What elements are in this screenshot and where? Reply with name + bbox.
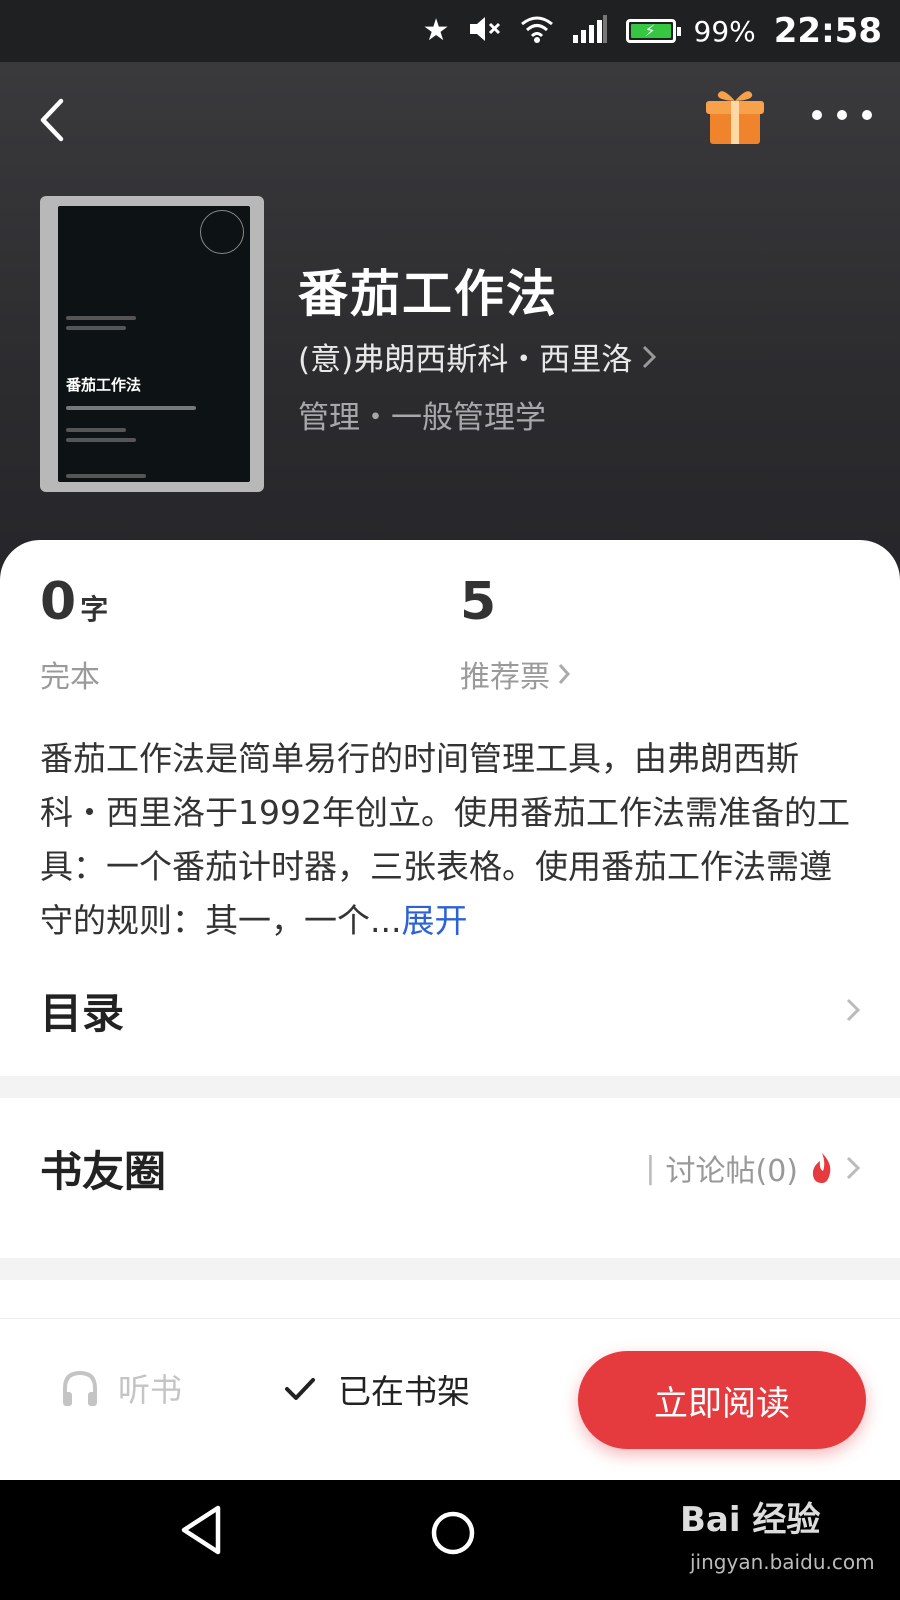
- chevron-left-icon: [40, 98, 64, 142]
- gift-button[interactable]: [704, 86, 766, 148]
- headphones-icon: [63, 1370, 97, 1406]
- flame-icon: [812, 1153, 831, 1183]
- expand-link[interactable]: 展开: [401, 901, 467, 940]
- listen-button[interactable]: 听书: [60, 1365, 182, 1411]
- listen-label: 听书: [118, 1371, 183, 1409]
- book-title: 番茄工作法: [298, 265, 558, 323]
- star-icon: ★: [422, 13, 450, 48]
- clock: 22:58: [773, 11, 882, 51]
- discussion-count: 讨论帖(0): [665, 1154, 799, 1189]
- author-link[interactable]: (意)弗朗西斯科・西里洛: [298, 334, 657, 379]
- section-divider: [0, 1258, 900, 1280]
- word-count-unit: 字: [80, 593, 109, 626]
- book-header: 番茄工作法 番茄工作法 (意)弗朗西斯科・西里洛 管理・一般管理学: [0, 62, 900, 582]
- mute-icon: [468, 14, 502, 48]
- separator: |: [645, 1150, 656, 1186]
- toc-title: 目录: [40, 988, 125, 1038]
- bottom-action-bar: 听书 已在书架 立即阅读: [0, 1318, 900, 1480]
- book-description: 番茄工作法是简单易行的时间管理工具，由弗朗西斯科・西里洛于1992年创立。使用番…: [40, 732, 860, 948]
- nav-back-icon[interactable]: [178, 1504, 224, 1556]
- recommend-votes-stat[interactable]: 5 推荐票: [460, 576, 570, 696]
- bookshelf-label: 已在书架: [338, 1372, 470, 1411]
- word-count-stat: 0字 完本: [40, 576, 108, 696]
- watermark-url: jingyan.baidu.com: [690, 1550, 875, 1574]
- system-nav-bar: Bai 经验 jingyan.baidu.com: [0, 1480, 900, 1600]
- battery-icon: ⚡: [625, 19, 681, 43]
- gift-icon: [706, 91, 764, 144]
- more-button[interactable]: [812, 100, 872, 130]
- nav-home-icon[interactable]: [430, 1510, 476, 1556]
- chevron-right-icon: [846, 1156, 860, 1180]
- completion-status: 完本: [40, 660, 100, 695]
- chevron-right-icon: [558, 664, 570, 684]
- status-bar: ★ ⚡ 99% 22:58: [0, 0, 900, 62]
- back-button[interactable]: [30, 92, 74, 148]
- word-count-value: 0: [40, 572, 77, 632]
- read-now-button[interactable]: 立即阅读: [578, 1351, 866, 1449]
- wifi-icon: [520, 15, 554, 47]
- battery-percent: 99%: [693, 14, 756, 48]
- book-detail-card: 0字 完本 5 推荐票 番茄工作法是简单易行的时间管理工具，由弗朗西斯科・西里洛…: [0, 540, 900, 1320]
- chevron-right-icon: [643, 345, 657, 368]
- recommend-votes-value: 5: [460, 572, 497, 632]
- community-title: 书友圈: [40, 1146, 167, 1196]
- book-cover[interactable]: 番茄工作法: [40, 196, 264, 492]
- community-row[interactable]: 书友圈 | 讨论帖(0): [0, 1118, 900, 1218]
- toc-row[interactable]: 目录: [0, 970, 900, 1050]
- more-dots-icon: [812, 110, 822, 120]
- section-divider: [0, 1076, 900, 1098]
- signal-icon: [572, 15, 608, 47]
- book-category: 管理・一般管理学: [298, 400, 546, 436]
- check-icon: [285, 1378, 315, 1400]
- watermark: Bai 经验: [680, 1500, 821, 1540]
- cover-title: 番茄工作法: [66, 376, 142, 394]
- recommend-votes-label: 推荐票: [460, 660, 550, 695]
- cover-badge: [200, 210, 244, 254]
- bookshelf-button[interactable]: 已在书架: [284, 1365, 470, 1413]
- chevron-right-icon: [846, 998, 860, 1022]
- author-name: (意)弗朗西斯科・西里洛: [298, 342, 633, 378]
